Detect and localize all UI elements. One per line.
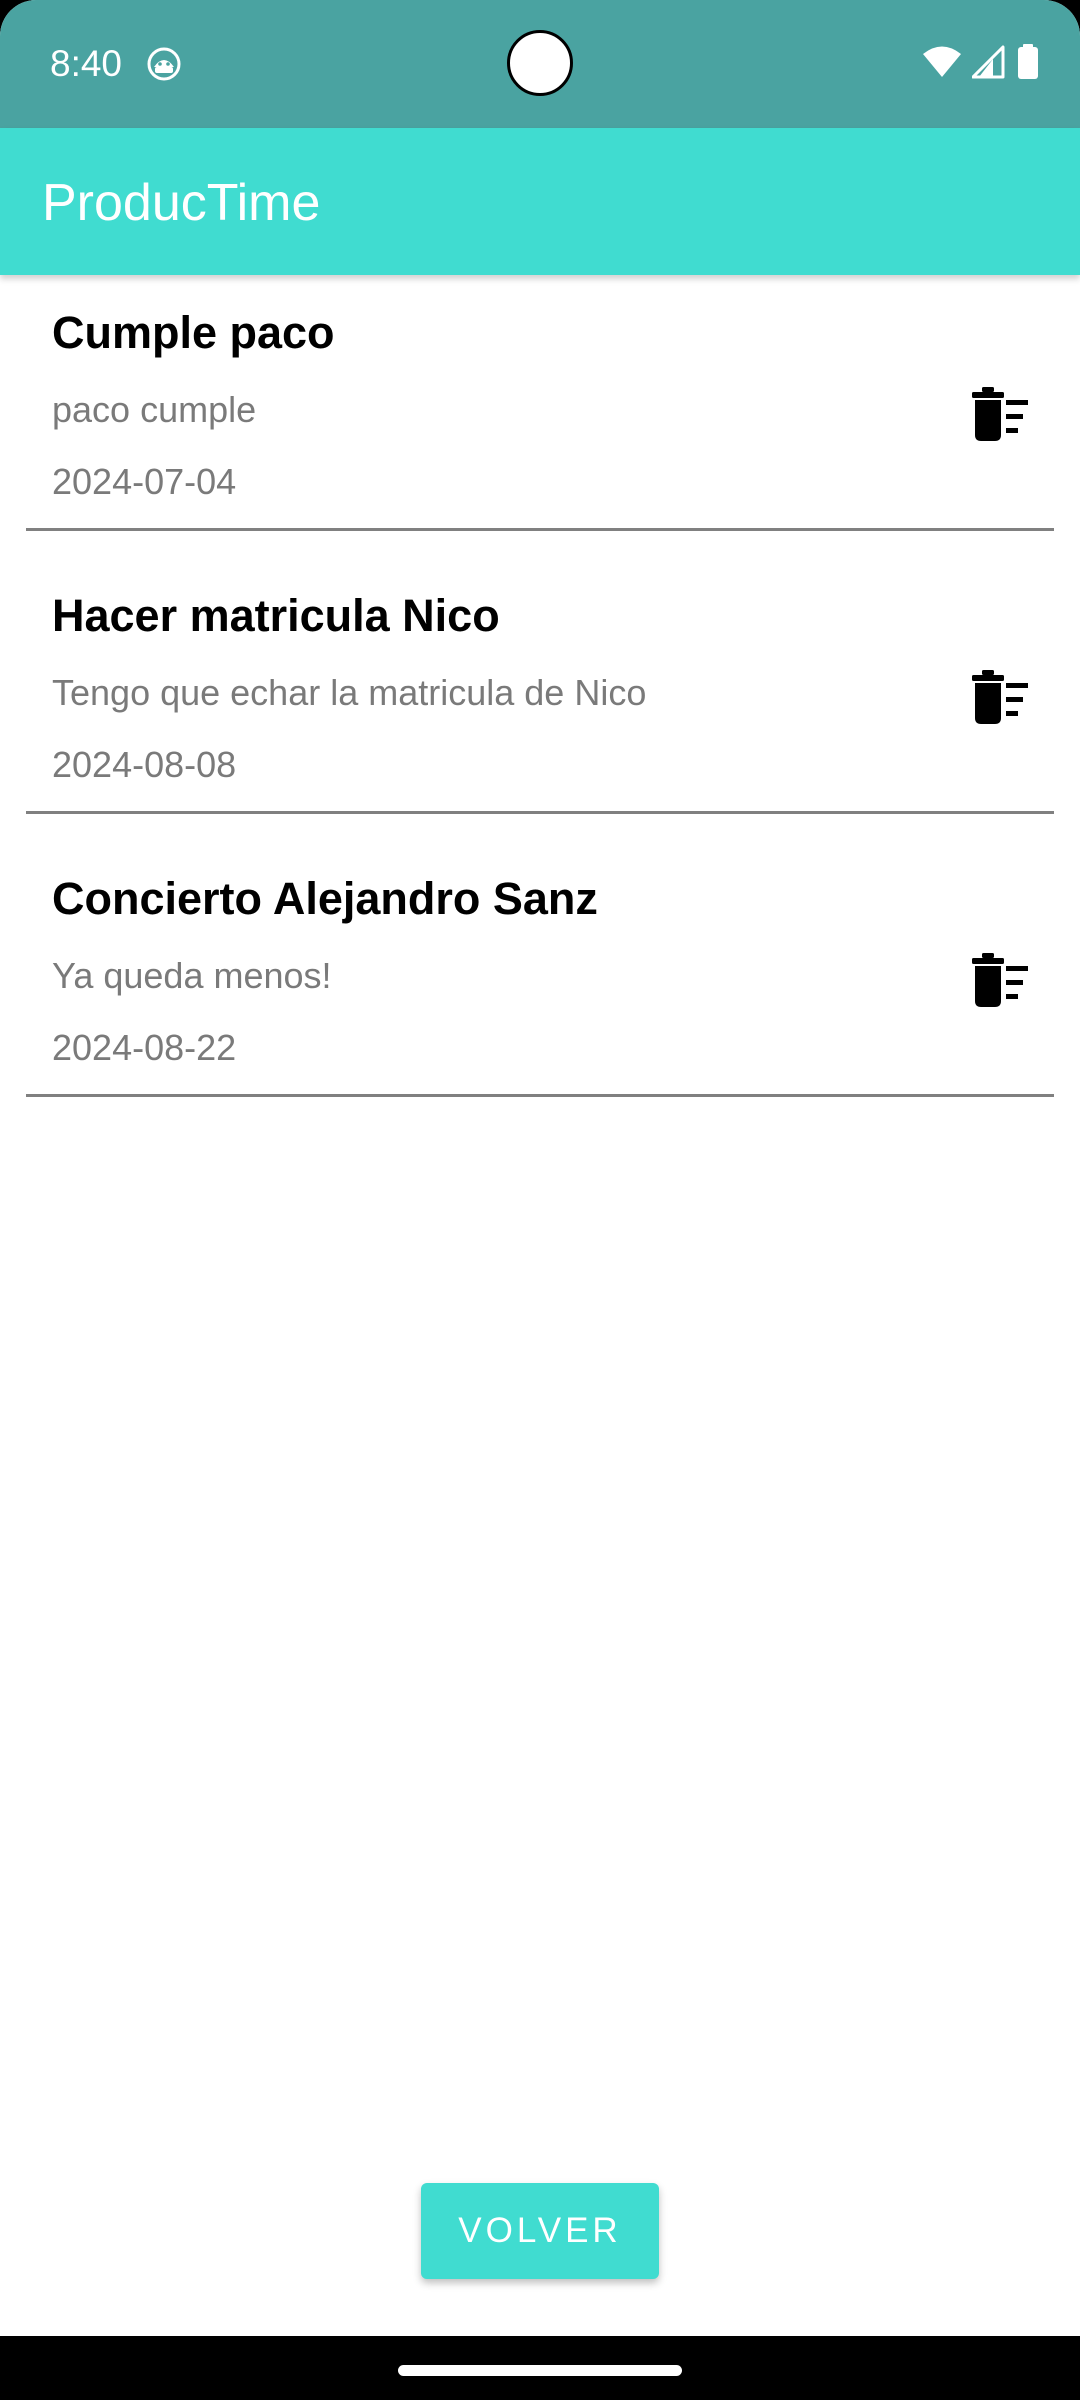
cellular-signal-icon: [971, 45, 1006, 84]
volver-button[interactable]: VOLVER: [421, 2183, 659, 2279]
screen: 8:40 ProducTime Cumple paco paco cumple …: [0, 0, 1080, 2400]
navigation-bar: [0, 2336, 1080, 2400]
delete-sweep-icon[interactable]: [970, 387, 1030, 443]
list-item: Cumple paco paco cumple 2024-07-04: [0, 275, 1080, 558]
task-list: Cumple paco paco cumple 2024-07-04 Hacer…: [0, 275, 1080, 1124]
camera-cutout: [507, 30, 573, 96]
task-title: Cumple paco: [52, 307, 335, 358]
delete-sweep-icon[interactable]: [970, 953, 1030, 1009]
task-date: 2024-07-04: [52, 461, 237, 502]
app-title: ProducTime: [42, 174, 321, 232]
wifi-icon: [922, 45, 962, 84]
task-date: 2024-08-08: [52, 744, 237, 785]
home-gesture-handle[interactable]: [398, 2365, 682, 2376]
task-title: Concierto Alejandro Sanz: [52, 873, 598, 924]
task-description: Ya queda menos!: [52, 955, 332, 996]
task-description: paco cumple: [52, 389, 257, 430]
battery-icon: [1016, 43, 1040, 85]
status-icons: [922, 43, 1040, 85]
status-time: 8:40: [50, 43, 123, 84]
list-item: Hacer matricula Nico Tengo que echar la …: [0, 558, 1080, 841]
divider: [26, 811, 1054, 814]
task-description: Tengo que echar la matricula de Nico: [52, 672, 647, 713]
delete-sweep-icon[interactable]: [970, 670, 1030, 726]
task-date: 2024-08-22: [52, 1027, 237, 1068]
divider: [26, 528, 1054, 531]
status-bar: 8:40: [0, 0, 1080, 128]
android-robot-icon: [147, 47, 181, 81]
app-bar: ProducTime: [0, 128, 1080, 275]
list-item: Concierto Alejandro Sanz Ya queda menos!…: [0, 841, 1080, 1124]
task-title: Hacer matricula Nico: [52, 590, 500, 641]
divider: [26, 1094, 1054, 1097]
